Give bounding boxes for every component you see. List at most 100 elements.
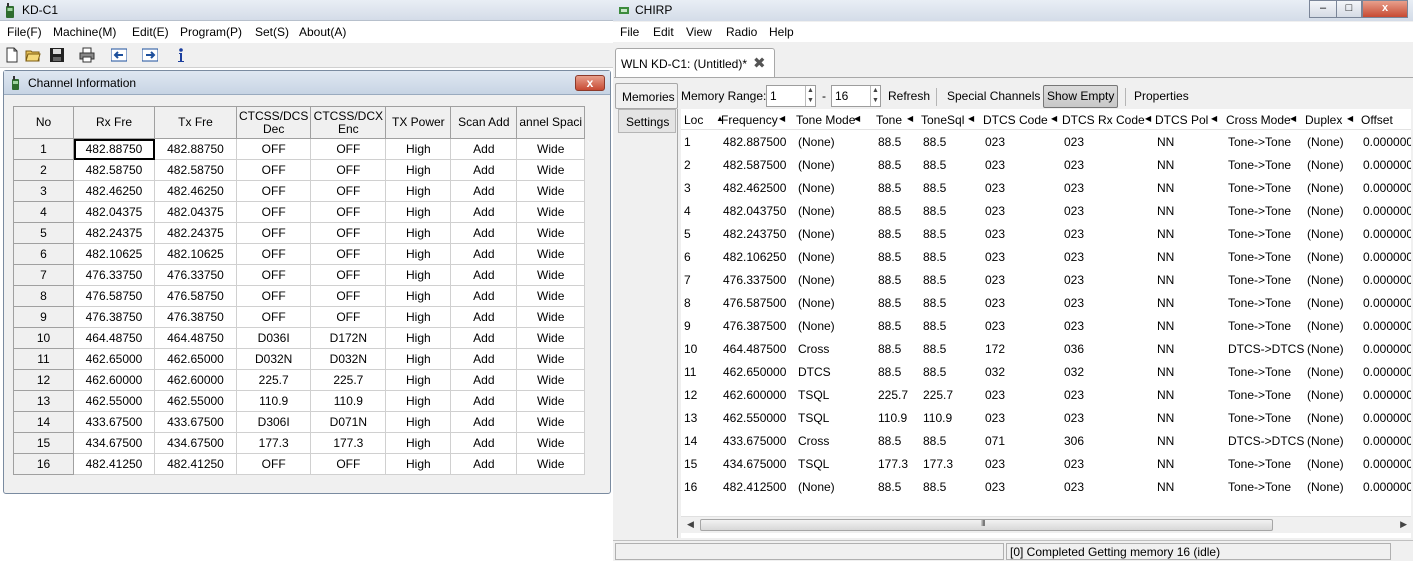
chirp-menu-radio[interactable]: Radio — [726, 25, 757, 39]
table-row[interactable]: 14 433.67500 433.67500 D306I D071N High Add Wid… — [13, 411, 586, 433]
table-row[interactable]: 12 462.60000 462.60000 225.7 225.7 High Add Wid… — [13, 369, 586, 391]
radio-tab[interactable]: WLN KD-C1: (Untitled)* ✖ — [615, 48, 775, 77]
spin-down-icon[interactable]: ▼ — [805, 96, 815, 106]
col-header-rx-fre[interactable]: Rx Fre — [73, 106, 155, 139]
memories-tab[interactable]: Memories — [615, 83, 678, 109]
cell-channel-spacing[interactable]: Wide — [516, 453, 586, 475]
table-row[interactable]: 16 482.41250 482.41250 OFF OFF High Add Wide — [13, 453, 586, 475]
cell-tx-fre[interactable]: 476.38750 — [154, 306, 237, 328]
cell-scan-add[interactable]: Add — [450, 138, 518, 160]
list-item[interactable]: 4 482.043750 (None) 88.5 88.5 023 023 NN Tone->T… — [681, 199, 1411, 222]
tab-close-icon[interactable]: ✖ — [753, 54, 766, 72]
cell-ctcss-dcs-dec[interactable]: D032N — [235, 348, 312, 370]
cell-channel-spacing[interactable]: Wide — [516, 180, 586, 202]
cell-ctcss-dcs-dec[interactable]: 110.9 — [235, 390, 312, 412]
table-row[interactable]: 9 476.38750 476.38750 OFF OFF High Add Wide — [13, 306, 586, 328]
table-row[interactable]: 15 434.67500 434.67500 177.3 177.3 High Add Wid… — [13, 432, 586, 454]
cell-ctcss-dcs-dec[interactable]: D306I — [235, 411, 312, 433]
list-item[interactable]: 10 464.487500 Cross 88.5 88.5 172 036 NN DTCS->D… — [681, 337, 1411, 360]
col-header-tx-fre[interactable]: Tx Fre — [154, 106, 237, 139]
cell-channel-spacing[interactable]: Wide — [516, 369, 586, 391]
minimize-button[interactable]: – — [1309, 0, 1337, 18]
col-header-tone-mode[interactable]: Tone Mode — [796, 113, 855, 127]
cell-tx-fre[interactable]: 462.65000 — [154, 348, 237, 370]
cell-tx-power[interactable]: High — [385, 369, 452, 391]
column-arrow-icon[interactable]: ◀ — [1051, 114, 1057, 123]
scrollbar-thumb[interactable]: III — [700, 519, 1273, 531]
column-arrow-icon[interactable]: ◀ — [779, 114, 785, 123]
cell-tx-fre[interactable]: 482.24375 — [154, 222, 237, 244]
list-item[interactable]: 12 462.600000 TSQL 225.7 225.7 023 023 NN Tone->… — [681, 383, 1411, 406]
cell-channel-spacing[interactable]: Wide — [516, 432, 586, 454]
cell-scan-add[interactable]: Add — [450, 243, 518, 265]
cell-ctcss-dcs-dec[interactable]: OFF — [235, 138, 312, 160]
cell-tx-power[interactable]: High — [385, 411, 452, 433]
list-item[interactable]: 7 476.337500 (None) 88.5 88.5 023 023 NN Tone->T… — [681, 268, 1411, 291]
cell-ctcss-dcx-enc[interactable]: 177.3 — [310, 432, 387, 454]
table-row[interactable]: 4 482.04375 482.04375 OFF OFF High Add Wide — [13, 201, 586, 223]
cell-scan-add[interactable]: Add — [450, 348, 518, 370]
cell-channel-spacing[interactable]: Wide — [516, 348, 586, 370]
cell-ctcss-dcx-enc[interactable]: OFF — [310, 285, 387, 307]
list-item[interactable]: 1 482.887500 (None) 88.5 88.5 023 023 NN Tone->T… — [681, 130, 1411, 153]
open-folder-icon[interactable] — [25, 47, 41, 63]
cell-ctcss-dcx-enc[interactable]: OFF — [310, 306, 387, 328]
cell-scan-add[interactable]: Add — [450, 222, 518, 244]
col-header-ctcss-dcs-dec[interactable]: CTCSS/DCS Dec — [235, 106, 312, 139]
table-row[interactable]: 6 482.10625 482.10625 OFF OFF High Add Wide — [13, 243, 586, 265]
cell-ctcss-dcs-dec[interactable]: OFF — [235, 285, 312, 307]
cell-tx-power[interactable]: High — [385, 180, 452, 202]
cell-tx-fre[interactable]: 433.67500 — [154, 411, 237, 433]
cell-ctcss-dcs-dec[interactable]: D036I — [235, 327, 312, 349]
cell-scan-add[interactable]: Add — [450, 432, 518, 454]
new-file-icon[interactable] — [4, 47, 20, 63]
col-header-tx-power[interactable]: TX Power — [385, 106, 452, 139]
cell-tx-fre[interactable]: 482.10625 — [154, 243, 237, 265]
cell-tx-power[interactable]: High — [385, 390, 452, 412]
cell-ctcss-dcx-enc[interactable]: OFF — [310, 201, 387, 223]
spin-up-icon[interactable]: ▲ — [870, 86, 880, 96]
cell-rx-fre[interactable]: 433.67500 — [73, 411, 155, 433]
cell-scan-add[interactable]: Add — [450, 180, 518, 202]
kd-menu-file[interactable]: File(F) — [7, 25, 42, 39]
col-header-channel-spacing[interactable]: annel Spaci — [516, 106, 586, 139]
cell-scan-add[interactable]: Add — [450, 201, 518, 223]
save-icon[interactable] — [49, 47, 65, 63]
cell-tx-power[interactable]: High — [385, 264, 452, 286]
cell-ctcss-dcx-enc[interactable]: OFF — [310, 159, 387, 181]
cell-ctcss-dcs-dec[interactable]: OFF — [235, 264, 312, 286]
cell-ctcss-dcx-enc[interactable]: OFF — [310, 222, 387, 244]
cell-channel-spacing[interactable]: Wide — [516, 264, 586, 286]
cell-channel-spacing[interactable]: Wide — [516, 411, 586, 433]
table-row[interactable]: 10 464.48750 464.48750 D036I D172N High Add Wid… — [13, 327, 586, 349]
cell-rx-fre[interactable]: 482.04375 — [73, 201, 155, 223]
cell-tx-fre[interactable]: 462.55000 — [154, 390, 237, 412]
table-row[interactable]: 11 462.65000 462.65000 D032N D032N High Add Wid… — [13, 348, 586, 370]
chirp-menu-edit[interactable]: Edit — [653, 25, 674, 39]
kd-menu-about[interactable]: About(A) — [299, 25, 346, 39]
cell-rx-fre[interactable]: 476.38750 — [73, 306, 155, 328]
cell-tx-power[interactable]: High — [385, 201, 452, 223]
range-start-spinner[interactable]: 1 ▲ ▼ — [766, 85, 816, 107]
cell-scan-add[interactable]: Add — [450, 369, 518, 391]
cell-channel-spacing[interactable]: Wide — [516, 306, 586, 328]
cell-ctcss-dcx-enc[interactable]: 110.9 — [310, 390, 387, 412]
kd-menu-machine[interactable]: Machine(M) — [53, 25, 116, 39]
col-header-dtcs-rx-code[interactable]: DTCS Rx Code — [1062, 113, 1145, 127]
properties-button[interactable]: Properties — [1134, 89, 1189, 103]
cell-rx-fre[interactable]: 482.41250 — [73, 453, 155, 475]
cell-ctcss-dcx-enc[interactable]: D032N — [310, 348, 387, 370]
col-header-dtcs-pol[interactable]: DTCS Pol — [1155, 113, 1208, 127]
list-item[interactable]: 15 434.675000 TSQL 177.3 177.3 023 023 NN Tone->… — [681, 452, 1411, 475]
scroll-left-icon[interactable]: ◀ — [687, 519, 694, 530]
col-header-ctcss-dcx-enc[interactable]: CTCSS/DCX Enc — [310, 106, 387, 139]
list-item[interactable]: 11 462.650000 DTCS 88.5 88.5 032 032 NN Tone->To… — [681, 360, 1411, 383]
cell-scan-add[interactable]: Add — [450, 306, 518, 328]
column-arrow-icon[interactable]: ◀ — [854, 114, 860, 123]
cell-tx-power[interactable]: High — [385, 222, 452, 244]
cell-tx-fre[interactable]: 462.60000 — [154, 369, 237, 391]
column-arrow-icon[interactable]: ◀ — [907, 114, 913, 123]
chirp-menu-file[interactable]: File — [620, 25, 639, 39]
cell-rx-fre[interactable]: 462.60000 — [73, 369, 155, 391]
cell-ctcss-dcs-dec[interactable]: OFF — [235, 180, 312, 202]
